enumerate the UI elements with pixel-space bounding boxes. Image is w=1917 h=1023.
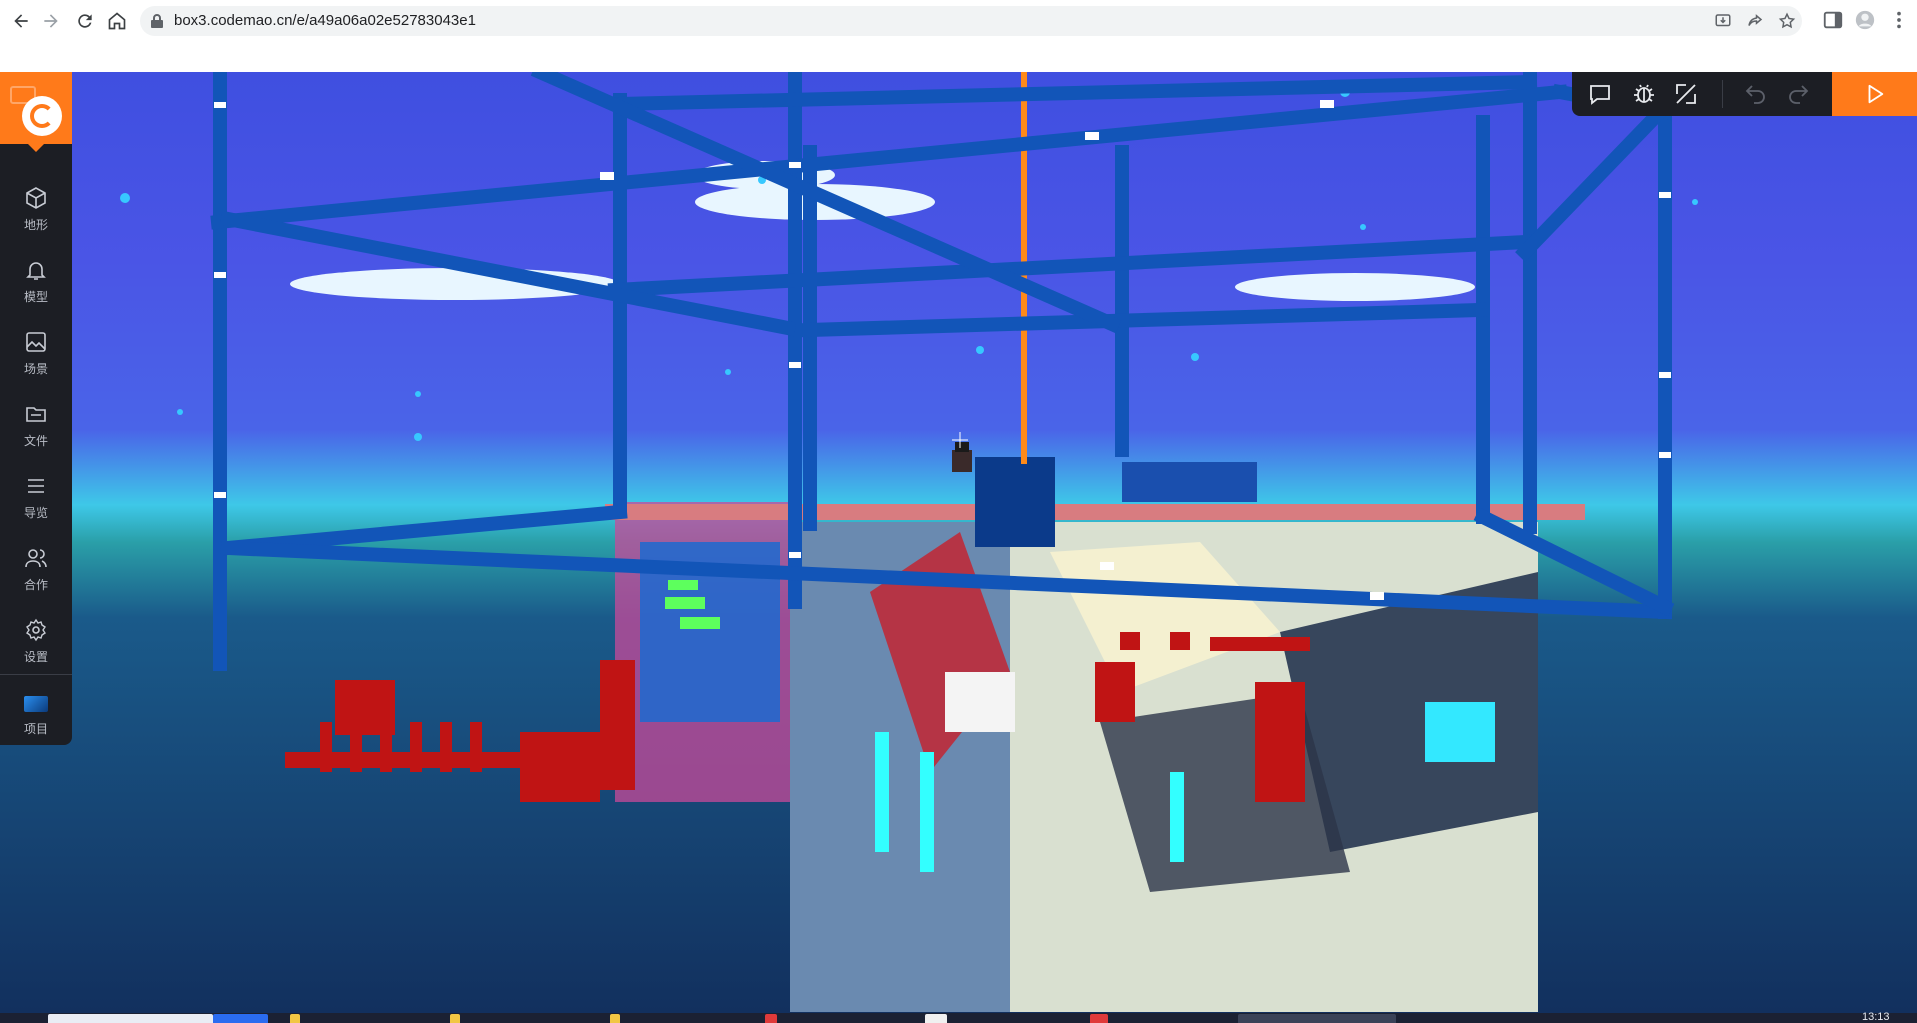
taskbar-clock: 13:13 [1862, 1011, 1890, 1023]
side-panel-icon[interactable] [1822, 9, 1844, 31]
sidebar-item-files[interactable]: 文件 [0, 396, 72, 466]
share-icon[interactable] [1746, 12, 1764, 30]
sidebar-item-label: 地形 [23, 218, 48, 232]
taskbar-search[interactable] [48, 1014, 213, 1023]
debug-icon[interactable] [1632, 82, 1656, 106]
address-bar[interactable]: box3.codemao.cn/e/a49a06a02e52783043e1 [140, 6, 1802, 36]
toolbar-divider [1722, 80, 1723, 108]
sidebar-item-collaborate[interactable]: 合作 [0, 540, 72, 610]
taskbar-app[interactable] [765, 1014, 777, 1023]
profile-icon[interactable] [1854, 9, 1876, 31]
sidebar-item-label: 设置 [23, 650, 48, 664]
app-logo[interactable] [0, 72, 72, 144]
install-icon[interactable] [1714, 12, 1732, 30]
folder-icon [26, 407, 46, 422]
fullscreen-icon[interactable] [1674, 82, 1698, 106]
forward-button[interactable] [38, 8, 64, 34]
3d-scene[interactable] [0, 72, 1917, 1013]
home-button[interactable] [104, 8, 130, 34]
more-menu-icon[interactable] [1888, 9, 1910, 31]
taskbar-app[interactable] [290, 1014, 300, 1023]
browser-chrome: box3.codemao.cn/e/a49a06a02e52783043e1 [0, 0, 1917, 72]
star-icon[interactable] [1778, 12, 1796, 30]
os-taskbar [0, 1013, 1917, 1023]
lock-icon [151, 14, 163, 28]
run-button[interactable] [1832, 72, 1917, 116]
redo-icon[interactable] [1786, 82, 1810, 106]
sidebar-item-label: 模型 [23, 290, 48, 304]
taskbar-app-active[interactable] [213, 1014, 268, 1023]
sidebar-item-terrain[interactable]: 地形 [0, 180, 72, 250]
sidebar-item-label: 导览 [23, 506, 48, 520]
editor-sidebar: 地形 模型 场景 文件 导览 合作 设置 项目 [0, 72, 72, 745]
taskbar-app[interactable] [925, 1014, 947, 1023]
gear-icon [26, 618, 46, 642]
reload-button[interactable] [72, 8, 98, 34]
player-avatar[interactable] [952, 432, 972, 472]
sidebar-item-label: 文件 [23, 434, 48, 448]
editor-toolbar [1572, 72, 1917, 116]
taskbar-app[interactable] [450, 1014, 460, 1023]
url-text[interactable]: box3.codemao.cn/e/a49a06a02e52783043e1 [174, 12, 476, 29]
taskbar-app[interactable] [610, 1014, 620, 1023]
chevron-down-icon [28, 144, 44, 152]
project-icon [24, 696, 48, 712]
bell-icon [26, 262, 46, 280]
reload-icon [78, 14, 92, 28]
users-icon [25, 549, 47, 568]
sidebar-divider [0, 674, 72, 675]
sidebar-item-scene[interactable]: 场景 [0, 324, 72, 394]
taskbar-app[interactable] [1090, 1014, 1108, 1023]
back-button[interactable] [8, 8, 34, 34]
sidebar-item-project[interactable]: 项目 [0, 684, 72, 754]
taskbar-app-open[interactable] [1238, 1014, 1396, 1023]
logo-icon [22, 96, 62, 136]
home-icon [108, 12, 126, 30]
cube-icon [26, 187, 46, 209]
sidebar-item-label: 场景 [23, 362, 48, 376]
play-icon [1868, 84, 1884, 104]
image-icon [26, 332, 46, 352]
sky-particles [120, 87, 1698, 441]
sidebar-item-model[interactable]: 模型 [0, 252, 72, 322]
arrow-left-icon [14, 14, 28, 28]
list-icon [28, 479, 44, 493]
sidebar-item-label: 项目 [23, 722, 48, 736]
sidebar-item-settings[interactable]: 设置 [0, 612, 72, 682]
sidebar-item-guide[interactable]: 导览 [0, 468, 72, 538]
sidebar-item-label: 合作 [23, 578, 48, 592]
arrow-right-icon [44, 14, 58, 28]
game-viewport[interactable] [0, 72, 1917, 1013]
undo-icon[interactable] [1744, 82, 1768, 106]
comment-icon[interactable] [1588, 82, 1612, 106]
